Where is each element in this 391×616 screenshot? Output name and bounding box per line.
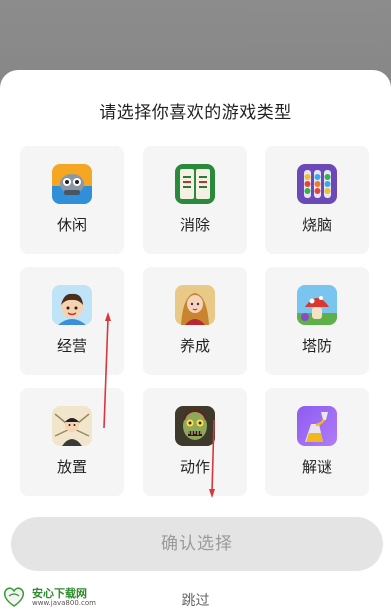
watermark-logo-icon [2, 584, 26, 608]
site-watermark: 安心下载网 www.java800.com [0, 580, 110, 612]
watermark-url: www.java800.com [32, 599, 96, 607]
arrow-down-icon [209, 419, 215, 498]
arrow-up-icon [103, 312, 111, 429]
confirm-selection-button[interactable]: 确认选择 [11, 517, 383, 571]
